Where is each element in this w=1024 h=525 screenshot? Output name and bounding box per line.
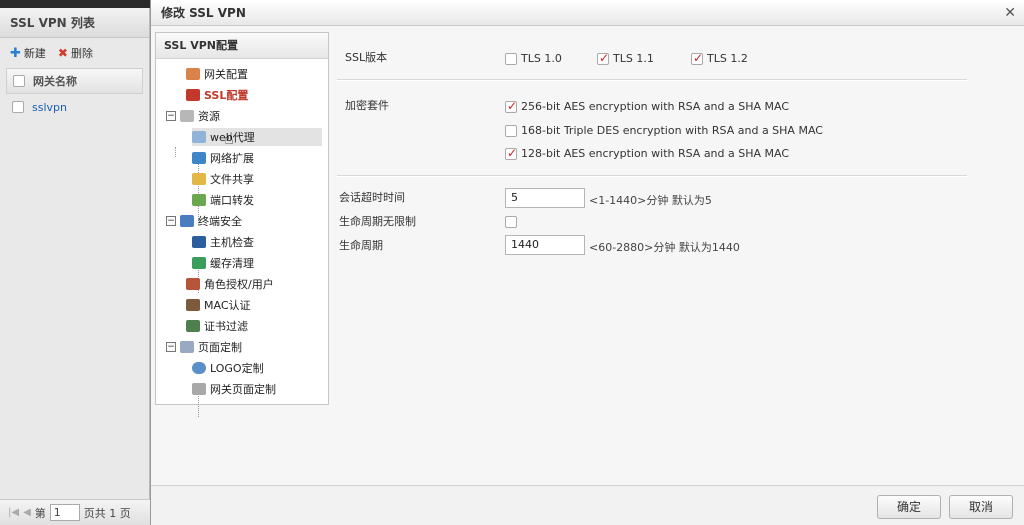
mac-auth-icon bbox=[186, 299, 200, 311]
plus-icon: ✚ bbox=[10, 45, 21, 61]
dialog-titlebar: 修改 SSL VPN ✕ bbox=[151, 0, 1024, 26]
collapse-icon[interactable]: − bbox=[166, 342, 176, 352]
tls-1-2-checkbox[interactable] bbox=[691, 51, 703, 65]
tls-1-0-option[interactable]: TLS 1.0 bbox=[505, 52, 562, 65]
tls-1-2-option[interactable]: TLS 1.2 bbox=[691, 51, 748, 65]
cipher-aes256-option[interactable]: 256-bit AES encryption with RSA and a SH… bbox=[505, 99, 789, 113]
cipher-aes128-option[interactable]: 128-bit AES encryption with RSA and a SH… bbox=[505, 146, 789, 160]
delete-button[interactable]: ✖ 删除 bbox=[58, 45, 93, 61]
tree-header: SSL VPN配置 bbox=[156, 33, 328, 59]
cancel-button[interactable]: 取消 bbox=[949, 495, 1013, 519]
cipher-3des-checkbox[interactable] bbox=[505, 124, 517, 137]
tree-item-host-check[interactable]: 主机检查 bbox=[192, 233, 254, 251]
ssl-version-label: SSL版本 bbox=[345, 51, 388, 64]
ssl-vpn-list-panel: SSL VPN 列表 ✚ 新建 ✖ 删除 网关名称 sslvpn |◀ ◀ 第 … bbox=[0, 8, 150, 525]
divider bbox=[337, 175, 967, 177]
cipher-suites-label: 加密套件 bbox=[345, 99, 389, 112]
prev-page-icon[interactable]: ◀ bbox=[23, 507, 31, 518]
tree-item-resource[interactable]: − 资源 bbox=[166, 107, 220, 125]
gateway-config-icon bbox=[186, 68, 200, 80]
tls-1-1-option[interactable]: TLS 1.1 bbox=[597, 51, 654, 65]
tree-item-endpoint-security[interactable]: − 终端安全 bbox=[166, 212, 242, 230]
role-user-icon bbox=[186, 278, 200, 290]
cipher-3des-option[interactable]: 168-bit Triple DES encryption with RSA a… bbox=[505, 124, 823, 137]
tree-item-role-user[interactable]: 角色授权/用户 bbox=[186, 275, 274, 293]
tree-item-file-share[interactable]: 文件共享 bbox=[192, 170, 254, 188]
lifetime-label: 生命周期 bbox=[339, 239, 383, 252]
config-tree: SSL VPN配置 网关配置 SSL配置 − 资源 web代理 网络扩展 文件共… bbox=[155, 32, 329, 417]
tree-item-cert-filter[interactable]: 证书过滤 bbox=[186, 317, 248, 335]
tree-item-web-proxy[interactable]: web代理 bbox=[192, 128, 322, 146]
session-timeout-input[interactable]: 5 bbox=[505, 188, 585, 208]
pager: |◀ ◀ 第 1 页共 1 页 bbox=[0, 499, 150, 525]
delete-icon: ✖ bbox=[57, 46, 68, 60]
file-share-icon bbox=[192, 173, 206, 185]
ssl-config-form: SSL版本 TLS 1.0 TLS 1.1 TLS 1.2 加密套件 256-b… bbox=[337, 32, 1020, 482]
column-header-gateway-name: 网关名称 bbox=[33, 75, 77, 88]
close-icon[interactable]: ✕ bbox=[1004, 5, 1016, 21]
tls-1-0-checkbox[interactable] bbox=[505, 52, 517, 65]
gateway-name-link[interactable]: sslvpn bbox=[32, 101, 67, 114]
lifetime-hint: <60-2880>分钟 默认为1440 bbox=[589, 241, 740, 254]
gateway-page-icon bbox=[192, 383, 206, 395]
cipher-aes256-checkbox[interactable] bbox=[505, 99, 517, 113]
unlimited-lifetime-label: 生命周期无限制 bbox=[339, 215, 416, 228]
dialog-title: 修改 SSL VPN bbox=[161, 6, 246, 20]
tree-item-gateway-page-custom[interactable]: 网关页面定制 bbox=[192, 380, 276, 398]
list-header: 网关名称 bbox=[6, 68, 143, 94]
tree-item-ssl-config[interactable]: SSL配置 bbox=[186, 86, 248, 104]
page-total-label: 页共 1 页 bbox=[83, 506, 131, 520]
cache-clean-icon bbox=[192, 257, 206, 269]
select-all-checkbox[interactable] bbox=[13, 75, 25, 87]
collapse-icon[interactable]: − bbox=[166, 111, 176, 121]
mouse-cursor-icon: ☝ bbox=[224, 129, 234, 148]
page-input[interactable]: 1 bbox=[49, 504, 80, 521]
network-extension-icon bbox=[192, 152, 206, 164]
new-label: 新建 bbox=[23, 47, 46, 60]
edit-ssl-vpn-dialog: 修改 SSL VPN ✕ SSL VPN配置 网关配置 SSL配置 − 资源 w… bbox=[150, 0, 1024, 525]
port-forward-icon bbox=[192, 194, 206, 206]
resource-icon bbox=[180, 110, 194, 122]
collapse-icon[interactable]: − bbox=[166, 216, 176, 226]
endpoint-security-icon bbox=[180, 215, 194, 227]
new-button[interactable]: ✚ 新建 bbox=[10, 45, 46, 61]
tree-item-logo-custom[interactable]: LOGO定制 bbox=[192, 359, 264, 377]
ok-button[interactable]: 确定 bbox=[877, 495, 941, 519]
row-checkbox[interactable] bbox=[12, 101, 24, 113]
cipher-aes128-checkbox[interactable] bbox=[505, 146, 517, 160]
tree-item-cache-clean[interactable]: 缓存清理 bbox=[192, 254, 254, 272]
first-page-icon[interactable]: |◀ bbox=[8, 507, 19, 518]
host-check-icon bbox=[192, 236, 206, 248]
session-timeout-hint: <1-1440>分钟 默认为5 bbox=[589, 194, 712, 207]
ssl-config-icon bbox=[186, 89, 200, 101]
tls-1-1-checkbox[interactable] bbox=[597, 51, 609, 65]
page-custom-icon bbox=[180, 341, 194, 353]
list-item[interactable]: sslvpn bbox=[6, 94, 143, 120]
tree-item-port-forward[interactable]: 端口转发 bbox=[192, 191, 254, 209]
tree-item-network-extension[interactable]: 网络扩展 bbox=[192, 149, 254, 167]
unlimited-lifetime-checkbox[interactable] bbox=[505, 216, 517, 228]
lifetime-input[interactable]: 1440 bbox=[505, 235, 585, 255]
delete-label: 删除 bbox=[70, 47, 93, 60]
list-toolbar: ✚ 新建 ✖ 删除 bbox=[0, 38, 149, 68]
list-title: SSL VPN 列表 bbox=[0, 8, 149, 38]
page-label: 第 bbox=[34, 506, 46, 520]
tree-item-page-custom[interactable]: − 页面定制 bbox=[166, 338, 242, 356]
web-proxy-icon bbox=[192, 131, 206, 143]
tree-line bbox=[175, 147, 176, 157]
dialog-footer: 确定 取消 bbox=[151, 485, 1024, 525]
cert-filter-icon bbox=[186, 320, 200, 332]
tree-item-mac-auth[interactable]: MAC认证 bbox=[186, 296, 251, 314]
logo-custom-icon bbox=[192, 362, 206, 374]
session-timeout-label: 会话超时时间 bbox=[339, 191, 405, 204]
tree-item-gateway-config[interactable]: 网关配置 bbox=[186, 65, 248, 83]
divider bbox=[337, 79, 967, 81]
